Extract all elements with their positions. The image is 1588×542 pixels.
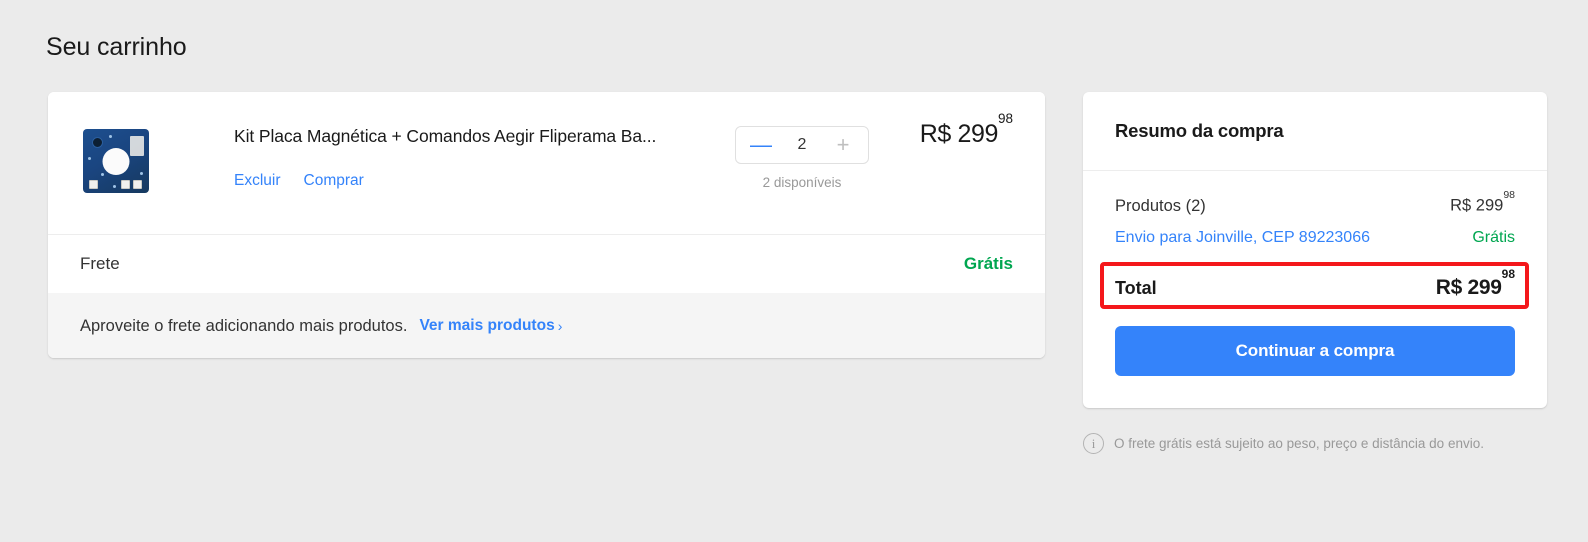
cart-page: Seu carrinho Kit Placa Magnética + Coman…	[0, 0, 1588, 542]
summary-header: Resumo da compra	[1083, 92, 1547, 171]
quantity-availability: 2 disponíveis	[762, 175, 842, 190]
summary-total-row: Total R$ 29998	[1115, 265, 1515, 312]
product-price-cents: 98	[997, 110, 1013, 126]
page-title: Seu carrinho	[46, 33, 187, 61]
product-thumbnail[interactable]	[80, 125, 152, 197]
summary-total-value: R$ 29998	[1435, 267, 1515, 300]
cart-product-row: Kit Placa Magnética + Comandos Aegir Fli…	[48, 92, 1045, 234]
free-shipping-note: i O frete grátis está sujeito ao peso, p…	[1083, 433, 1547, 454]
summary-total-amount: 299	[1467, 276, 1502, 299]
summary-shipping-value: Grátis	[1472, 229, 1515, 246]
quantity-block: — 2 + 2 disponíveis	[735, 126, 869, 190]
cart-card: Kit Placa Magnética + Comandos Aegir Fli…	[48, 92, 1045, 358]
quantity-stepper[interactable]: — 2 +	[735, 126, 869, 164]
shipping-label: Frete	[80, 254, 120, 273]
summary-products-cents: 98	[1503, 188, 1515, 201]
product-title[interactable]: Kit Placa Magnética + Comandos Aegir Fli…	[234, 126, 714, 147]
continue-purchase-button[interactable]: Continuar a compra	[1115, 326, 1515, 376]
quantity-increase-button: +	[832, 134, 854, 156]
see-more-products-link[interactable]: Ver mais produtos	[419, 317, 554, 335]
cta-wrapper: Continuar a compra	[1083, 326, 1547, 376]
product-price: R$ 29998	[919, 111, 1013, 149]
promo-text: Aproveite o frete adicionando mais produ…	[80, 316, 408, 335]
quantity-value: 2	[797, 136, 807, 153]
info-icon: i	[1083, 433, 1104, 454]
summary-total-currency: R$	[1435, 276, 1463, 299]
shipping-row: Frete Grátis	[48, 235, 1045, 293]
delete-product-button[interactable]: Excluir	[234, 172, 281, 190]
pcb-board-icon	[83, 129, 149, 193]
promo-row: Aproveite o frete adicionando mais produ…	[48, 293, 1045, 358]
chevron-right-icon: ›	[557, 318, 563, 334]
summary-products-value: R$ 29998	[1450, 189, 1515, 216]
purchase-summary-card: Resumo da compra Produtos (2) R$ 29998 E…	[1083, 92, 1547, 408]
summary-products-row: Produtos (2) R$ 29998	[1115, 189, 1515, 217]
quantity-decrease-button[interactable]: —	[750, 134, 772, 156]
product-info: Kit Placa Magnética + Comandos Aegir Fli…	[234, 126, 714, 190]
product-actions: Excluir Comprar	[234, 172, 714, 190]
product-price-currency: R$	[919, 120, 952, 148]
summary-total-cents: 98	[1501, 267, 1515, 282]
product-price-amount: 299	[957, 120, 998, 148]
summary-products-currency: R$	[1450, 196, 1472, 215]
summary-title: Resumo da compra	[1115, 120, 1284, 141]
summary-total-label: Total	[1115, 278, 1157, 298]
shipping-address-link[interactable]: Envio para Joinville, CEP 89223066	[1115, 229, 1370, 247]
summary-shipping-row: Envio para Joinville, CEP 89223066 Gráti…	[1115, 229, 1515, 251]
free-shipping-note-text: O frete grátis está sujeito ao peso, pre…	[1114, 436, 1484, 451]
summary-body: Produtos (2) R$ 29998 Envio para Joinvil…	[1083, 171, 1547, 312]
summary-products-label: Produtos (2)	[1115, 196, 1206, 215]
shipping-value: Grátis	[963, 254, 1013, 273]
summary-products-amount: 299	[1475, 196, 1504, 215]
buy-product-button[interactable]: Comprar	[304, 172, 364, 190]
